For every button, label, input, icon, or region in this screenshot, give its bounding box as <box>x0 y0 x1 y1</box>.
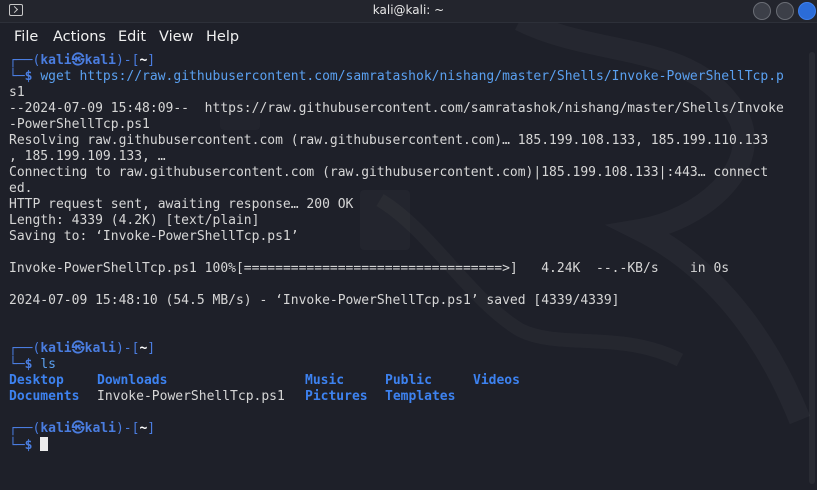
output-line: Connecting to raw.githubusercontent.com … <box>9 165 769 180</box>
close-button[interactable] <box>798 2 816 20</box>
menu-help[interactable]: Help <box>206 29 239 45</box>
dir-videos: Videos <box>473 373 520 388</box>
output-line: Length: 4339 (4.2K) [text/plain] <box>9 213 260 228</box>
minimize-button[interactable] <box>753 2 771 20</box>
menu-bar: File Actions Edit View Help <box>0 23 817 50</box>
dir-music: Music <box>305 373 345 388</box>
dir-public: Public <box>385 373 432 388</box>
dir-downloads: Downloads <box>97 373 168 388</box>
maximize-button[interactable] <box>776 2 794 20</box>
scrollbar[interactable] <box>809 52 815 484</box>
command-line[interactable]: └─$ <box>9 437 49 453</box>
dir-documents: Documents <box>9 389 80 404</box>
command-line: └─$ wget https://raw.githubusercontent.c… <box>9 69 784 84</box>
menu-file[interactable]: File <box>14 29 38 45</box>
prompt-header: ┌──(kali㉿kali)-[~] <box>9 341 156 356</box>
prompt-header: ┌──(kali㉿kali)-[~] <box>9 421 156 436</box>
ls-row: Desktop Downloads Music Public Videos <box>9 373 520 389</box>
file-invoke-ps1: Invoke-PowerShellTcp.ps1 <box>97 389 285 404</box>
command-line-cont: s1 <box>9 85 25 100</box>
terminal-window: kali@kali: ~ File Actions Edit View Help… <box>0 0 817 490</box>
menu-view[interactable]: View <box>159 29 193 45</box>
output-line: -PowerShellTcp.ps1 <box>9 117 150 132</box>
ls-row: Documents Invoke-PowerShellTcp.ps1 Picture… <box>9 389 609 405</box>
output-line: HTTP request sent, awaiting response… 20… <box>9 197 354 212</box>
dir-pictures: Pictures <box>305 389 368 404</box>
output-line: , 185.199.109.133, … <box>9 149 166 164</box>
progress-line: Invoke-PowerShellTcp.ps1 100%[==========… <box>9 261 730 276</box>
saved-line: 2024-07-09 15:48:10 (54.5 MB/s) - ‘Invok… <box>9 293 620 308</box>
command-line: └─$ ls <box>9 357 56 372</box>
dir-templates: Templates <box>385 389 456 404</box>
dir-desktop: Desktop <box>9 373 64 388</box>
output-line: --2024-07-09 15:48:09-- https://raw.gith… <box>9 101 784 116</box>
window-title: kali@kali: ~ <box>372 3 445 17</box>
output-line: Resolving raw.githubusercontent.com (raw… <box>9 133 769 148</box>
text-cursor <box>40 437 49 451</box>
menu-edit[interactable]: Edit <box>118 29 146 45</box>
output-line: Saving to: ‘Invoke-PowerShellTcp.ps1’ <box>9 229 299 244</box>
title-bar: kali@kali: ~ <box>0 0 817 23</box>
menu-actions[interactable]: Actions <box>53 29 106 45</box>
output-line: ed. <box>9 181 33 196</box>
prompt-header: ┌──(kali㉿kali)-[~] <box>9 53 156 68</box>
